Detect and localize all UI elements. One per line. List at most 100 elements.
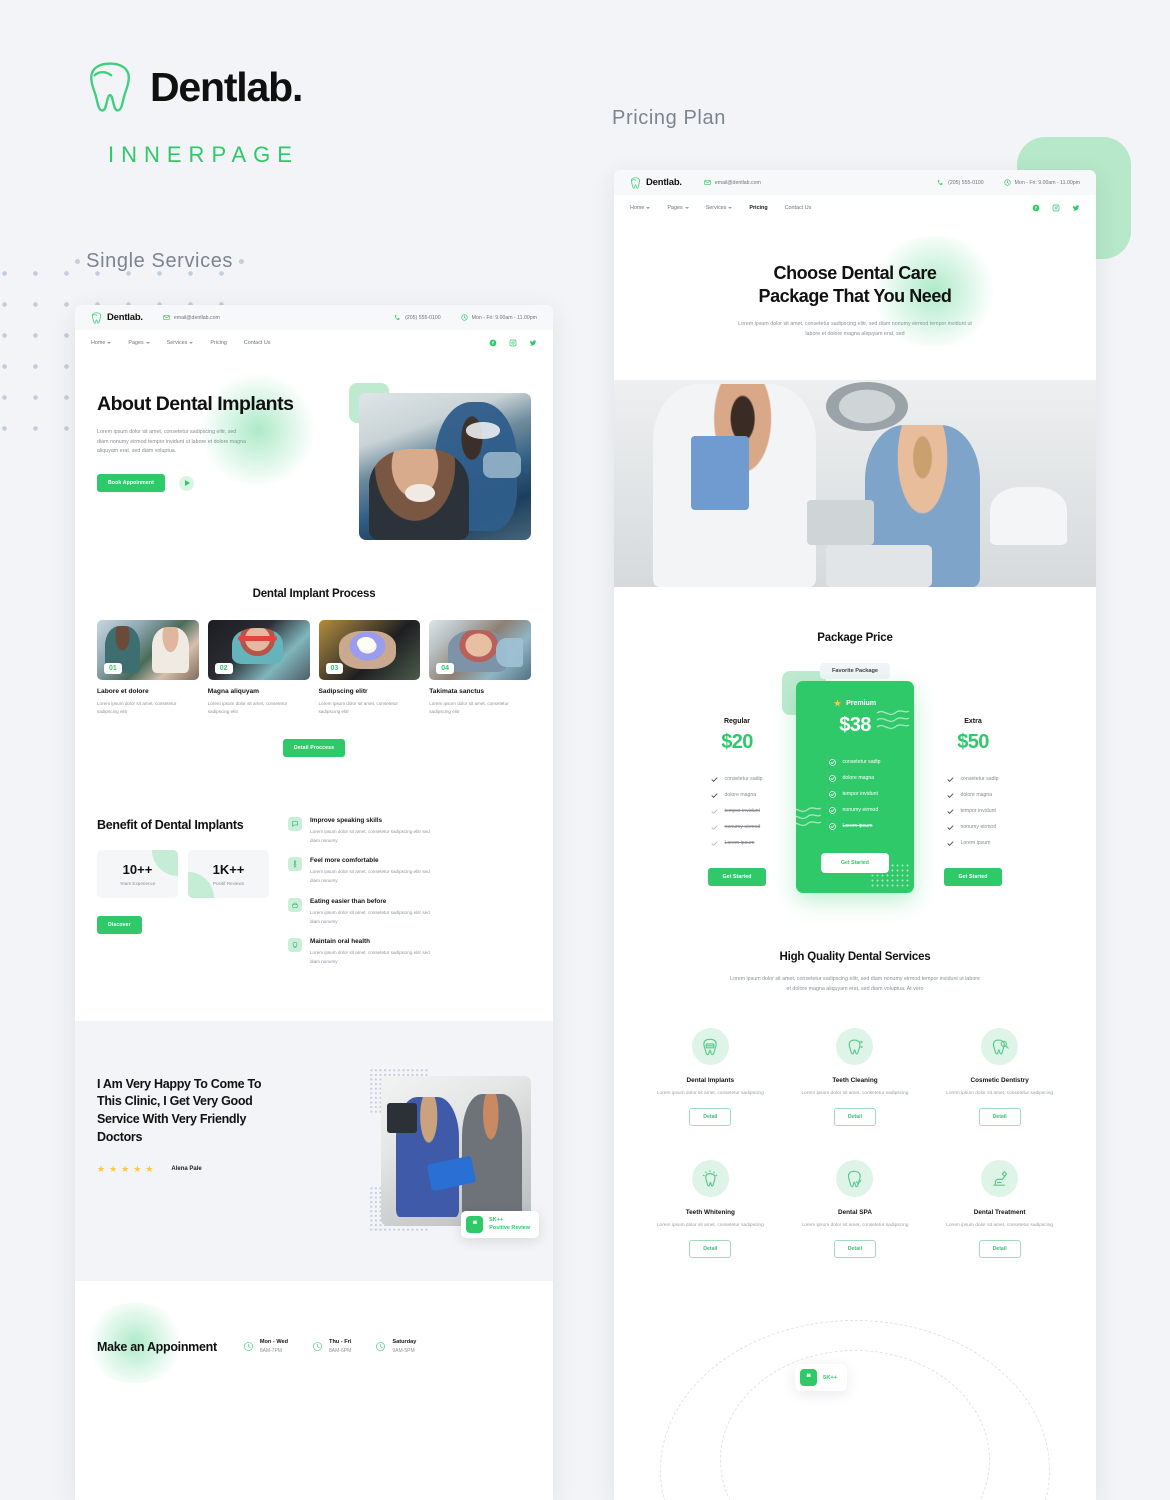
services-section: High Quality Dental Services Lorem ipsum…	[614, 893, 1096, 1292]
hour-time: 9AM-5PM	[392, 1348, 415, 1355]
health-icon	[288, 938, 302, 953]
nav-item-pages[interactable]: Pages	[667, 205, 689, 211]
facebook-icon[interactable]	[489, 339, 497, 347]
plan-feature: Lorem ipsum	[829, 822, 880, 830]
service-title: Teeth Whitening	[685, 1209, 735, 1217]
plan-card-extra: Extra $50 consetetur sadip dolore magna …	[914, 685, 1032, 886]
nav-label: Services	[705, 204, 727, 211]
site-logo[interactable]: Dentlab.	[91, 311, 143, 324]
label-dot-left	[75, 259, 80, 265]
detail-button[interactable]: Detail	[833, 1240, 877, 1259]
chevron-down-icon	[145, 341, 150, 344]
section-label-text: Single Services	[86, 250, 234, 272]
check-circle-icon	[829, 758, 837, 766]
phone-contact[interactable]: (205) 555-0100	[394, 314, 441, 321]
benefit-item-text: Lorem ipsum dolor sit amet, consetetur s…	[310, 909, 430, 924]
pricing-plans: Regular $20 consetetur sadip dolore magn…	[614, 670, 1096, 893]
mail-icon	[163, 315, 170, 320]
service-text: Lorem ipsum dolor sit amet, consetetur s…	[946, 1223, 1054, 1229]
benefit-left-column: Benefit of Dental Implants 10++ Years Ex…	[97, 817, 272, 979]
benefit-item-text: Lorem ipsum dolor sit amet, consetetur s…	[310, 828, 430, 843]
tooth-sparkle-icon	[836, 1028, 874, 1066]
clock-icon	[461, 314, 468, 321]
nav-item-home[interactable]: Home	[91, 340, 112, 346]
email-contact[interactable]: email@dentlab.com	[163, 314, 220, 321]
plan-feature: tempor invidunt	[711, 808, 762, 815]
detail-process-button[interactable]: Detail Proccess	[282, 738, 346, 757]
email-text: email@dentlab.com	[714, 179, 761, 186]
plan-features: consetetur sadip dolore magna tempor inv…	[947, 776, 999, 856]
detail-button[interactable]: Detail	[978, 1240, 1021, 1259]
process-card: 01 Labore et dolore Lorem ipsum dolor si…	[97, 620, 199, 717]
star-icon: ★	[121, 1163, 130, 1174]
nav-item-contact-us[interactable]: Contact Us	[785, 205, 812, 211]
corner-decoration	[152, 850, 178, 877]
get-started-button-regular[interactable]: Get Started	[708, 867, 766, 886]
process-photo: 01	[97, 620, 199, 680]
hero-section: Choose Dental Care Package That You Need…	[614, 220, 1096, 380]
twitter-icon[interactable]	[1072, 204, 1080, 212]
get-started-button-extra[interactable]: Get Started	[944, 867, 1002, 886]
instagram-icon[interactable]	[509, 339, 517, 347]
plan-name: Extra	[964, 717, 982, 725]
site-logo[interactable]: Dentlab.	[630, 176, 682, 189]
email-contact[interactable]: email@dentlab.com	[704, 179, 761, 186]
process-card: 03 Sadipscing elitr Lorem ipsum dolor si…	[318, 620, 421, 717]
services-title: High Quality Dental Services	[779, 950, 931, 963]
detail-button[interactable]: Detail	[833, 1108, 877, 1127]
social-links	[489, 339, 537, 347]
play-video-button[interactable]	[178, 475, 194, 491]
tooth-shine-icon	[691, 1160, 729, 1198]
stat-label: Positif Reviews	[212, 881, 245, 887]
nav-label: Services	[166, 339, 188, 346]
facebook-icon[interactable]	[1032, 204, 1040, 212]
plan-feature: dolore magna	[711, 792, 762, 799]
tooth-magnifier-icon	[981, 1028, 1019, 1066]
testimonial-section: I Am Very Happy To Come To This Clinic, …	[75, 1020, 553, 1281]
about-photo	[359, 393, 531, 540]
nav-item-services[interactable]: Services	[167, 340, 194, 346]
badge-value: 5K++	[489, 1217, 504, 1224]
plan-card-premium: ★ Premium $38 consetetur sadip dolore ma…	[796, 680, 914, 893]
nav-item-home[interactable]: Home	[630, 205, 651, 211]
benefit-item-title: Maintain oral health	[310, 938, 371, 946]
hour-time: 8AM-6PM	[329, 1348, 352, 1355]
nav-item-pages[interactable]: Pages	[128, 340, 150, 346]
detail-button[interactable]: Detail	[689, 1108, 732, 1127]
badge-label: Positive Review	[489, 1225, 530, 1232]
detail-button[interactable]: Detail	[978, 1108, 1021, 1127]
benefit-item-text: Lorem ipsum dolor sit amet, consetetur s…	[310, 950, 430, 964]
discover-button[interactable]: Discover	[97, 916, 142, 935]
person-icon	[288, 857, 302, 872]
service-card: Cosmetic Dentistry Lorem ipsum dolor sit…	[927, 1028, 1072, 1127]
instagram-icon[interactable]	[1052, 204, 1060, 212]
star-icon: ★	[145, 1163, 154, 1174]
phone-contact[interactable]: (205) 555-0100	[937, 179, 984, 186]
service-title: Teeth Cleaning	[832, 1077, 878, 1085]
hour-item: Thu - Fri 8AM-6PM	[312, 1339, 351, 1354]
clock-icon	[1004, 179, 1011, 186]
feature-text: consetetur sadip	[724, 776, 763, 783]
plan-feature: Lorem ipsum	[711, 840, 762, 847]
quote-icon: ❝	[800, 1369, 817, 1387]
services-grid: Dental Implants Lorem ipsum dolor sit am…	[638, 1028, 1072, 1292]
review-badge: ❝ 5K++ Positive Review	[461, 1210, 539, 1238]
process-section: Dental Implant Process 01 Labore et dolo…	[75, 540, 553, 757]
process-title: Dental Implant Process	[252, 588, 376, 600]
twitter-icon[interactable]	[529, 339, 537, 347]
stat-value: 10++	[122, 862, 153, 878]
nav-item-contact-us[interactable]: Contact Us	[244, 340, 271, 346]
plan-feature: nonumy eirmod	[711, 824, 762, 831]
nav-item-pricing[interactable]: Pricing	[210, 340, 226, 346]
nav-item-pricing[interactable]: Pricing	[749, 205, 767, 211]
book-appointment-button[interactable]: Book Appoinment	[97, 474, 165, 493]
process-photo: 02	[207, 620, 310, 680]
nav-item-services[interactable]: Services	[706, 205, 733, 211]
star-icon: ★	[133, 1163, 142, 1174]
section-label-pricing-plan: Pricing Plan	[612, 107, 726, 129]
detail-button[interactable]: Detail	[689, 1240, 732, 1259]
service-text: Lorem ipsum dolor sit amet, consetetur s…	[801, 1091, 909, 1097]
check-circle-icon	[829, 806, 837, 814]
benefit-title: Benefit of Dental Implants	[97, 817, 244, 832]
chevron-down-icon	[107, 341, 112, 344]
